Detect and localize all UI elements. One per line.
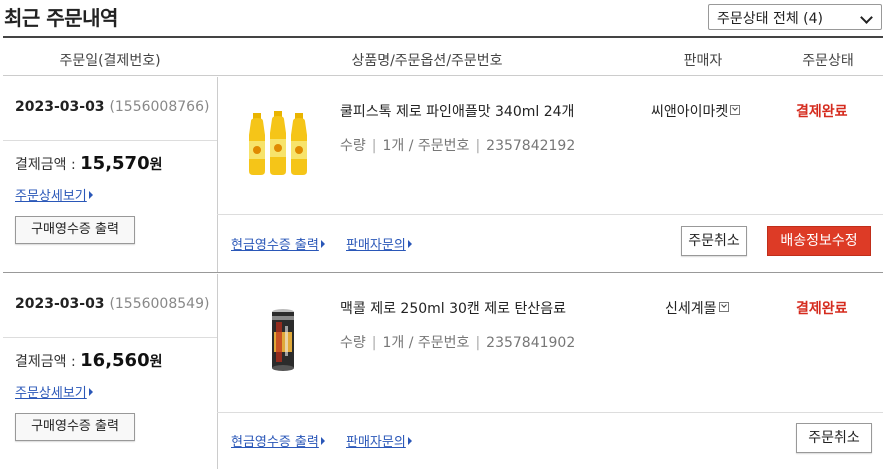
order-detail-link[interactable]: 주문상세보기 bbox=[15, 382, 93, 401]
order-row: 2023-03-03 (1556008766) 결제금액 : 15,570원 주… bbox=[3, 77, 883, 273]
filter-selected-value: 주문상태 전체 (4) bbox=[717, 11, 824, 27]
table-header: 주문일(결제번호) 상품명/주문옵션/주문번호 판매자 주문상태 bbox=[3, 36, 883, 76]
dropdown-icon[interactable] bbox=[730, 105, 741, 115]
product-name[interactable]: 맥콜 제로 250ml 30캔 제로 탄산음료 bbox=[340, 298, 566, 318]
chevron-down-icon[interactable] bbox=[860, 11, 873, 24]
arrow-right-icon bbox=[88, 388, 93, 396]
cancel-order-button[interactable]: 주문취소 bbox=[681, 226, 747, 256]
payment-amount: 결제금액 : 15,570원 bbox=[15, 153, 163, 174]
product-name[interactable]: 쿨피스톡 제로 파인애플맛 340ml 24개 bbox=[340, 101, 574, 121]
order-date: 2023-03-03 (1556008549) bbox=[15, 296, 209, 312]
pineapple-drink-bottles-icon bbox=[249, 111, 307, 175]
payment-number: (1556008766) bbox=[109, 99, 210, 115]
order-status: 결제완료 bbox=[796, 301, 848, 317]
page-title: 최근 주문내역 bbox=[4, 6, 118, 30]
column-product: 상품명/주문옵션/주문번호 bbox=[351, 53, 503, 69]
seller-inquiry-link[interactable]: 판매자문의 bbox=[346, 431, 412, 450]
seller-inquiry-link[interactable]: 판매자문의 bbox=[346, 234, 412, 253]
payment-number: (1556008549) bbox=[109, 296, 210, 312]
arrow-right-icon bbox=[407, 437, 412, 445]
order-detail-link[interactable]: 주문상세보기 bbox=[15, 185, 93, 204]
order-number: 2357841902 bbox=[486, 335, 576, 351]
cancel-order-button[interactable]: 주문취소 bbox=[796, 423, 872, 453]
soda-can-icon bbox=[272, 309, 294, 371]
edit-shipping-button[interactable]: 배송정보수정 bbox=[767, 226, 871, 256]
product-meta: 수량 | 1개 / 주문번호 | 2357842192 bbox=[340, 138, 576, 154]
cash-receipt-link[interactable]: 현금영수증 출력 bbox=[231, 431, 325, 450]
column-status: 주문상태 bbox=[802, 53, 854, 69]
arrow-right-icon bbox=[320, 437, 325, 445]
cash-receipt-link[interactable]: 현금영수증 출력 bbox=[231, 234, 325, 253]
order-date-value: 2023-03-03 bbox=[15, 99, 105, 115]
payment-amount: 결제금액 : 16,560원 bbox=[15, 350, 163, 371]
order-number: 2357842192 bbox=[486, 138, 576, 154]
purchase-receipt-button[interactable]: 구매영수증 출력 bbox=[15, 216, 135, 244]
arrow-right-icon bbox=[88, 191, 93, 199]
column-seller: 판매자 bbox=[683, 53, 723, 69]
order-date-value: 2023-03-03 bbox=[15, 296, 105, 312]
column-order-date: 주문일(결제번호) bbox=[59, 53, 161, 69]
amount-label: 결제금액 : bbox=[15, 157, 76, 173]
amount-value: 15,570 bbox=[80, 153, 150, 174]
currency: 원 bbox=[149, 354, 163, 370]
arrow-right-icon bbox=[407, 240, 412, 248]
purchase-receipt-button[interactable]: 구매영수증 출력 bbox=[15, 413, 135, 441]
order-row: 2023-03-03 (1556008549) 결제금액 : 16,560원 주… bbox=[3, 274, 883, 469]
product-meta: 수량 | 1개 / 주문번호 | 2357841902 bbox=[340, 335, 576, 351]
seller-name[interactable]: 신세계몰 bbox=[665, 298, 729, 318]
amount-label: 결제금액 : bbox=[15, 354, 76, 370]
arrow-right-icon bbox=[320, 240, 325, 248]
order-date: 2023-03-03 (1556008766) bbox=[15, 99, 209, 115]
seller-name[interactable]: 씨앤아이마켓 bbox=[651, 101, 741, 121]
order-status-filter[interactable]: 주문상태 전체 (4) bbox=[708, 4, 882, 30]
currency: 원 bbox=[149, 157, 163, 173]
amount-value: 16,560 bbox=[80, 350, 150, 371]
dropdown-icon[interactable] bbox=[718, 302, 729, 312]
order-status: 결제완료 bbox=[796, 104, 848, 120]
